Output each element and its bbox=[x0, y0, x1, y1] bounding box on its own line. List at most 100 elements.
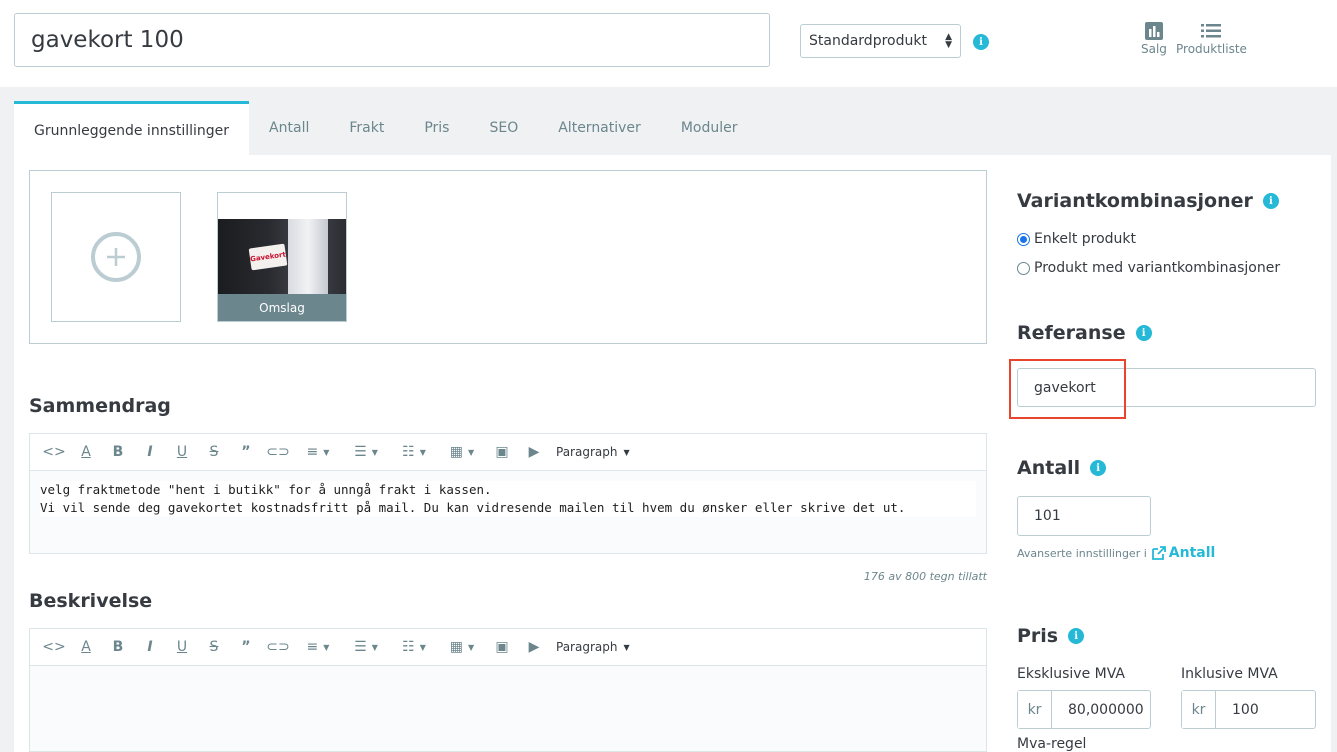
tab-options[interactable]: Alternativer bbox=[538, 101, 661, 155]
price-excl-label: Eksklusive MVA bbox=[1017, 666, 1125, 682]
link-icon[interactable]: ⊂⊃ bbox=[262, 635, 294, 659]
price-incl-field[interactable]: kr 100 bbox=[1181, 690, 1316, 729]
highlight-box bbox=[1009, 359, 1126, 419]
advanced-settings-note: Avanserte innstillinger i Antall bbox=[1017, 545, 1215, 561]
radio-combinations-product[interactable]: Produkt med variantkombinasjoner bbox=[1017, 260, 1280, 276]
numbered-list-icon[interactable]: ☷ ▼ bbox=[390, 440, 438, 464]
list-icon bbox=[1201, 24, 1222, 38]
summary-text[interactable]: velg fraktmetode "hent i butikk" for å u… bbox=[40, 481, 976, 517]
cover-caption: Omslag bbox=[218, 294, 346, 321]
quote-icon[interactable]: ” bbox=[230, 440, 262, 464]
reference-title: Referanse bbox=[1017, 322, 1126, 344]
price-incl-input[interactable]: 100 bbox=[1216, 691, 1259, 728]
bold-icon[interactable]: B bbox=[102, 635, 134, 659]
combinations-heading: Variantkombinasjoner i bbox=[1017, 190, 1279, 212]
price-excl-field[interactable]: kr 80,000000 bbox=[1017, 690, 1151, 729]
combinations-title: Variantkombinasjoner bbox=[1017, 190, 1253, 212]
numbered-list-icon[interactable]: ☷ ▼ bbox=[390, 635, 438, 659]
product-list-label: Produktliste bbox=[1176, 42, 1247, 56]
image-icon[interactable]: ▣ bbox=[486, 635, 518, 659]
info-icon[interactable]: i bbox=[973, 34, 989, 50]
italic-icon[interactable]: I bbox=[134, 440, 166, 464]
underline-icon[interactable]: U bbox=[166, 635, 198, 659]
media-icon[interactable]: ▶ bbox=[518, 635, 550, 659]
link-icon[interactable]: ⊂⊃ bbox=[262, 440, 294, 464]
underline-icon[interactable]: U bbox=[166, 440, 198, 464]
price-title: Pris bbox=[1017, 625, 1059, 647]
media-icon[interactable]: ▶ bbox=[518, 440, 550, 464]
format-label: Paragraph bbox=[556, 445, 618, 459]
code-icon[interactable]: <> bbox=[38, 440, 70, 464]
summary-body[interactable]: velg fraktmetode "hent i butikk" for å u… bbox=[30, 471, 986, 527]
plus-circle-icon bbox=[91, 232, 141, 282]
align-icon[interactable]: ≡ ▼ bbox=[294, 635, 342, 659]
sales-label: Salg bbox=[1141, 42, 1167, 56]
info-icon[interactable]: i bbox=[1090, 460, 1107, 476]
info-icon[interactable]: i bbox=[1135, 325, 1152, 341]
tab-shipping[interactable]: Frakt bbox=[329, 101, 404, 155]
info-icon[interactable]: i bbox=[1262, 193, 1279, 209]
quantity-title: Antall bbox=[1017, 457, 1081, 479]
product-type-select[interactable]: Standardprodukt ▲ ▼ bbox=[800, 24, 961, 58]
align-icon[interactable]: ≡ ▼ bbox=[294, 440, 342, 464]
description-title: Beskrivelse bbox=[29, 590, 153, 612]
tab-price[interactable]: Pris bbox=[404, 101, 469, 155]
header: gavekort 100 Standardprodukt ▲ ▼ i Salg P… bbox=[0, 0, 1337, 87]
add-image-button[interactable] bbox=[51, 192, 181, 322]
currency-addon: kr bbox=[1182, 691, 1216, 728]
bar-chart-icon bbox=[1144, 22, 1163, 40]
quantity-heading: Antall i bbox=[1017, 457, 1107, 479]
quote-icon[interactable]: ” bbox=[230, 635, 262, 659]
table-icon[interactable]: ▦ ▼ bbox=[438, 635, 486, 659]
description-editor[interactable]: <> A B I U S ” ⊂⊃ ≡ ▼ ☰ ▼ ☷ ▼ ▦ ▼ ▣ ▶ Paragr… bbox=[29, 628, 987, 752]
tab-seo[interactable]: SEO bbox=[469, 101, 538, 155]
price-excl-input[interactable]: 80,000000 bbox=[1052, 691, 1144, 728]
summary-editor[interactable]: <> A B I U S ” ⊂⊃ ≡ ▼ ☰ ▼ ☷ ▼ ▦ ▼ ▣ ▶ Paragr… bbox=[29, 433, 987, 554]
radio-simple-label: Enkelt produkt bbox=[1034, 231, 1137, 247]
cover-image[interactable]: Gavekort Omslag bbox=[217, 192, 347, 322]
tab-bar: Grunnleggende innstillinger Antall Frakt… bbox=[14, 101, 757, 155]
advanced-settings-text: Avanserte innstillinger i bbox=[1017, 546, 1147, 560]
bullet-list-icon[interactable]: ☰ ▼ bbox=[342, 440, 390, 464]
bold-icon[interactable]: B bbox=[102, 440, 134, 464]
summary-char-counter: 176 av 800 tegn tillatt bbox=[863, 570, 987, 583]
format-select[interactable]: Paragraph ▼ bbox=[550, 640, 630, 654]
radio-checked-icon[interactable] bbox=[1017, 232, 1030, 246]
select-arrows-icon: ▲ ▼ bbox=[945, 32, 952, 50]
sales-button[interactable]: Salg bbox=[1141, 22, 1167, 56]
radio-simple-product[interactable]: Enkelt produkt bbox=[1017, 231, 1136, 247]
summary-toolbar: <> A B I U S ” ⊂⊃ ≡ ▼ ☰ ▼ ☷ ▼ ▦ ▼ ▣ ▶ Paragr… bbox=[30, 434, 986, 471]
product-list-button[interactable]: Produktliste bbox=[1176, 22, 1247, 56]
summary-title: Sammendrag bbox=[29, 395, 171, 417]
advanced-link-label: Antall bbox=[1168, 545, 1216, 561]
italic-icon[interactable]: I bbox=[134, 635, 166, 659]
radio-combinations-label: Produkt med variantkombinasjoner bbox=[1034, 260, 1281, 276]
info-icon[interactable]: i bbox=[1068, 628, 1085, 644]
external-link-icon bbox=[1151, 546, 1166, 560]
product-name-input[interactable]: gavekort 100 bbox=[14, 13, 770, 67]
product-type-value: Standardprodukt bbox=[809, 33, 927, 49]
radio-unchecked-icon[interactable] bbox=[1017, 261, 1030, 275]
strikethrough-icon[interactable]: S bbox=[198, 635, 230, 659]
text-color-icon[interactable]: A bbox=[70, 635, 102, 659]
description-toolbar: <> A B I U S ” ⊂⊃ ≡ ▼ ☰ ▼ ☷ ▼ ▦ ▼ ▣ ▶ Paragr… bbox=[30, 629, 986, 666]
tax-rule-label: Mva-regel bbox=[1017, 736, 1087, 752]
format-label: Paragraph bbox=[556, 640, 618, 654]
bullet-list-icon[interactable]: ☰ ▼ bbox=[342, 635, 390, 659]
code-icon[interactable]: <> bbox=[38, 635, 70, 659]
table-icon[interactable]: ▦ ▼ bbox=[438, 440, 486, 464]
strikethrough-icon[interactable]: S bbox=[198, 440, 230, 464]
photo-shirt bbox=[288, 219, 328, 295]
currency-addon: kr bbox=[1018, 691, 1052, 728]
image-icon[interactable]: ▣ bbox=[486, 440, 518, 464]
advanced-quantity-link[interactable]: Antall bbox=[1151, 545, 1216, 561]
text-color-icon[interactable]: A bbox=[70, 440, 102, 464]
quantity-input[interactable]: 101 bbox=[1017, 496, 1151, 536]
format-select[interactable]: Paragraph ▼ bbox=[550, 445, 630, 459]
tab-quantity[interactable]: Antall bbox=[249, 101, 329, 155]
tab-basic-settings[interactable]: Grunnleggende innstillinger bbox=[14, 101, 250, 155]
tab-modules[interactable]: Moduler bbox=[661, 101, 758, 155]
price-incl-label: Inklusive MVA bbox=[1181, 666, 1278, 682]
price-heading: Pris i bbox=[1017, 625, 1085, 647]
reference-heading: Referanse i bbox=[1017, 322, 1152, 344]
